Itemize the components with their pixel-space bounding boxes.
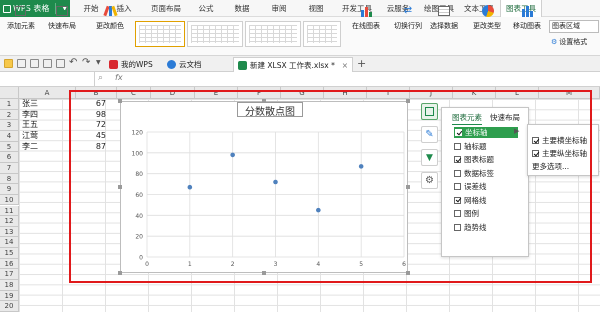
add-element-label: 添加元素 (7, 22, 35, 30)
undo-icon[interactable]: ↶ (69, 57, 77, 68)
row-header[interactable]: 12 (0, 216, 19, 227)
gear-icon: ⚙ (551, 38, 558, 46)
new-file-icon[interactable] (17, 59, 26, 68)
row-header[interactable]: 13 (0, 226, 19, 238)
row-header[interactable]: 1 (0, 99, 19, 110)
row-header[interactable]: 10 (0, 194, 19, 206)
row-header[interactable]: 15 (0, 248, 19, 259)
select-data-button[interactable]: 选择数据 (428, 2, 460, 37)
cell-name[interactable]: 李四 (22, 110, 38, 120)
quick-layout-label: 快速布局 (48, 22, 76, 30)
switch-icon: ⇄ (403, 5, 413, 16)
tab-my-wps[interactable]: 我的WPS (105, 57, 157, 72)
row-header[interactable]: 4 (0, 130, 19, 142)
column-header[interactable]: A (19, 87, 76, 99)
row-header[interactable]: 17 (0, 269, 19, 281)
chart-style-3[interactable] (245, 21, 301, 47)
move-chart-label: 移动图表 (513, 22, 541, 30)
cell-name[interactable]: 王五 (22, 120, 38, 130)
switch-row-col-label: 切换行列 (394, 22, 422, 30)
spreadsheet-icon (238, 60, 247, 70)
select-all-corner[interactable] (0, 87, 19, 99)
row-header[interactable]: 9 (0, 184, 19, 195)
add-element-icon: + (13, 3, 30, 18)
row-header[interactable]: 20 (0, 301, 19, 312)
change-type-label: 更改类型 (473, 22, 501, 30)
cloud-icon (167, 60, 176, 69)
chart-area-value: 图表区域 (552, 22, 580, 30)
quick-layout-icon (54, 4, 70, 18)
preview-icon[interactable] (56, 59, 65, 68)
cell-name[interactable]: 李二 (22, 142, 38, 152)
menu-item[interactable]: 页面布局 (145, 0, 187, 17)
row-header[interactable]: 6 (0, 152, 19, 163)
menu-item[interactable]: 视图 (300, 0, 332, 17)
online-chart-button[interactable]: 在线图表 (350, 2, 382, 37)
menu-item[interactable]: 审阅 (262, 0, 296, 17)
cell-name[interactable]: 张三 (22, 99, 38, 109)
menu-item[interactable]: 公式 (190, 0, 222, 17)
function-search-icon[interactable]: ⌕ (98, 73, 103, 83)
close-icon[interactable]: × (342, 61, 348, 70)
tab-cloud-docs[interactable]: 云文档 (163, 57, 206, 72)
row-header[interactable]: 3 (0, 120, 19, 131)
change-type-icon (479, 4, 495, 18)
format-label: 设置格式 (559, 38, 588, 46)
chart-area-dropdown[interactable]: 图表区域 (549, 20, 599, 33)
change-type-button[interactable]: 更改类型 (471, 2, 503, 37)
open-folder-icon[interactable] (4, 59, 13, 68)
annotation-highlight-box (69, 90, 592, 283)
row-header[interactable]: 16 (0, 258, 19, 270)
tab-my-wps-label: 我的WPS (121, 60, 153, 69)
add-element-button[interactable]: + 添加元素 (4, 2, 38, 37)
chevron-down-icon[interactable]: ▼ (96, 59, 101, 66)
change-color-button[interactable]: 更改颜色 (92, 2, 128, 37)
wps-logo-icon (109, 60, 118, 69)
name-box[interactable] (0, 72, 95, 87)
chart-style-4[interactable] (303, 21, 341, 47)
move-chart-icon (519, 4, 535, 18)
switch-row-col-button[interactable]: ⇄ 切换行列 (392, 2, 424, 37)
tab-file-label: 新建 XLSX 工作表.xlsx * (250, 60, 335, 70)
online-chart-label: 在线图表 (352, 22, 380, 30)
quick-layout-button[interactable]: 快速布局 (42, 2, 82, 37)
redo-icon[interactable]: ↷ (82, 57, 90, 68)
cell-name[interactable]: 江莺 (22, 131, 38, 141)
chart-style-1[interactable] (135, 21, 185, 47)
move-chart-button[interactable]: 移动图表 (511, 2, 543, 37)
menu-item[interactable]: 数据 (226, 0, 258, 17)
palette-icon (102, 4, 118, 18)
print-icon[interactable] (43, 59, 52, 68)
row-header[interactable]: 11 (0, 205, 19, 217)
row-header[interactable]: 18 (0, 280, 19, 291)
chart-style-2[interactable] (187, 21, 243, 47)
select-data-icon (436, 4, 452, 18)
new-tab-icon[interactable]: + (357, 57, 366, 70)
select-data-label: 选择数据 (430, 22, 458, 30)
format-button[interactable]: ⚙ 设置格式 (551, 37, 587, 47)
save-icon[interactable] (30, 59, 39, 68)
tab-current-file[interactable]: 新建 XLSX 工作表.xlsx * × (233, 57, 353, 72)
row-header[interactable]: 19 (0, 290, 19, 302)
row-header[interactable]: 2 (0, 109, 19, 121)
tab-cloud-label: 云文档 (179, 60, 202, 69)
fx-icon[interactable]: fx (115, 73, 123, 82)
change-color-label: 更改颜色 (96, 22, 124, 30)
row-header[interactable]: 8 (0, 173, 19, 185)
row-header[interactable]: 14 (0, 237, 19, 249)
online-chart-icon (358, 4, 374, 18)
row-header[interactable]: 7 (0, 162, 19, 174)
row-header[interactable]: 5 (0, 141, 19, 153)
